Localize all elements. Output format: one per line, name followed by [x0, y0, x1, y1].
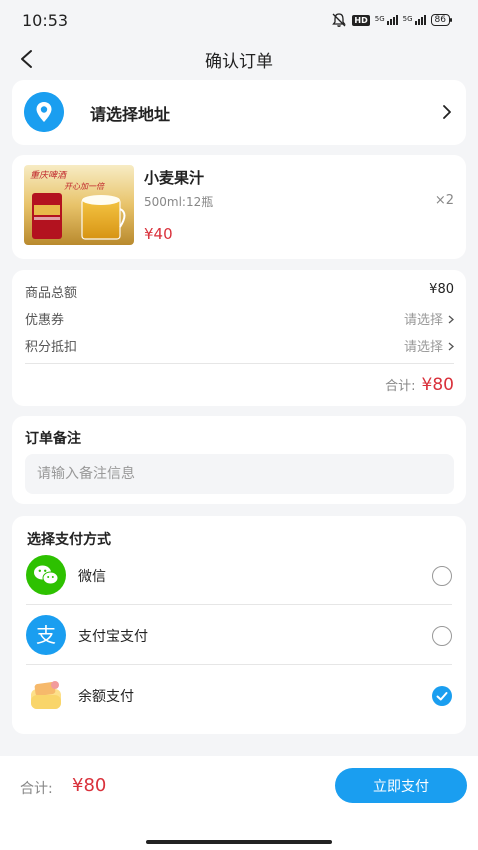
battery-icon: 86 [430, 14, 453, 26]
signal-label: 5G [374, 15, 385, 23]
payment-option-alipay[interactable]: 支 支付宝支付 [12, 606, 466, 664]
product-spec: 500ml:12瓶 [144, 195, 214, 209]
payment-method-card: 选择支付方式 微信 支 支付宝支付 余额支付 [12, 516, 466, 734]
radio-button[interactable] [432, 626, 452, 646]
goods-total-value: ¥80 [429, 282, 454, 297]
bottom-total-value: ¥80 [72, 775, 107, 796]
nav-bar: 确认订单 [0, 42, 478, 76]
wechat-icon [26, 555, 66, 595]
coupon-value: 请选择 [403, 313, 443, 328]
signal-icon-2: 5G [403, 15, 426, 25]
wallet-icon [31, 681, 61, 709]
svg-text:支: 支 [36, 623, 56, 647]
signal-icon: 5G [375, 15, 398, 25]
svg-text:开心加一倍: 开心加一倍 [64, 182, 105, 191]
alipay-icon: 支 [26, 615, 66, 655]
summary-total-label: 合计: [385, 379, 416, 394]
payment-label: 支付宝支付 [78, 629, 148, 645]
chevron-right-icon [448, 315, 454, 324]
product-card: 重庆啤酒 开心加一倍 小麦果汁 500ml:12瓶 ×2 ¥40 [12, 155, 466, 259]
chevron-right-icon [448, 342, 454, 351]
coupon-label: 优惠券 [25, 313, 65, 328]
location-pin-icon [24, 92, 64, 132]
points-label: 积分抵扣 [25, 340, 78, 355]
payment-label: 微信 [78, 569, 106, 585]
goods-total-row: 商品总额 ¥80 [25, 282, 454, 301]
summary-total: 合计: ¥80 [385, 375, 454, 395]
status-bar: 10:53 HD 5G 5G 86 [0, 0, 478, 42]
divider [25, 363, 454, 364]
coupon-row[interactable]: 优惠券 请选择 [25, 309, 454, 328]
points-selector[interactable]: 请选择 [404, 336, 454, 355]
check-icon [436, 692, 448, 701]
radio-button-checked[interactable] [432, 686, 452, 706]
payment-option-wechat[interactable]: 微信 [12, 546, 466, 604]
order-note-input[interactable] [25, 454, 454, 494]
divider [26, 604, 452, 605]
product-image: 重庆啤酒 开心加一倍 [24, 165, 134, 245]
product-quantity: ×2 [434, 193, 454, 208]
bottom-total-label: 合计: [20, 781, 53, 797]
signal-label-2: 5G [402, 15, 413, 23]
chevron-right-icon [443, 105, 451, 119]
coupon-selector[interactable]: 请选择 [404, 309, 454, 328]
product-price: ¥40 [144, 225, 173, 243]
bell-off-icon [332, 13, 347, 27]
order-note-card: 订单备注 [12, 416, 466, 504]
bottom-bar: 合计: ¥80 立即支付 [0, 756, 478, 850]
divider [26, 664, 452, 665]
points-row[interactable]: 积分抵扣 请选择 [25, 336, 454, 355]
address-selector[interactable]: 请选择地址 [12, 80, 466, 145]
goods-total-label: 商品总额 [25, 286, 78, 301]
order-note-title: 订单备注 [25, 431, 81, 447]
payment-option-balance[interactable]: 余额支付 [12, 666, 466, 724]
home-indicator [146, 840, 332, 844]
status-icons: HD 5G 5G 86 [331, 12, 453, 28]
summary-total-value: ¥80 [421, 375, 454, 395]
hd-badge: HD [352, 14, 370, 26]
pay-now-button[interactable]: 立即支付 [335, 768, 467, 803]
payment-label: 余额支付 [78, 689, 134, 705]
status-time: 10:53 [22, 11, 69, 30]
points-value: 请选择 [403, 340, 443, 355]
product-name: 小麦果汁 [144, 169, 205, 187]
price-summary: 商品总额 ¥80 优惠券 请选择 积分抵扣 请选择 合计: ¥80 [12, 270, 466, 406]
radio-button[interactable] [432, 566, 452, 586]
address-placeholder: 请选择地址 [90, 105, 171, 124]
svg-text:重庆啤酒: 重庆啤酒 [30, 170, 68, 181]
page-title: 确认订单 [205, 52, 273, 72]
